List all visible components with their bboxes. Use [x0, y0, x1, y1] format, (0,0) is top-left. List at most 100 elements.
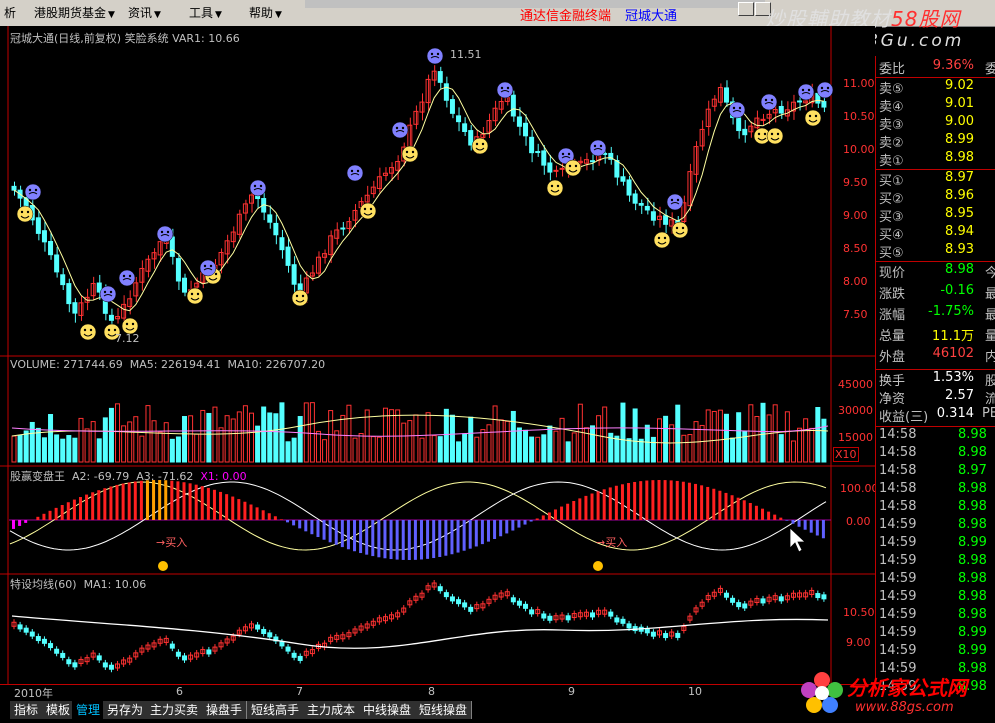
osc-bar: [706, 486, 710, 520]
volume-bar: [644, 424, 650, 463]
osc-bar: [596, 491, 600, 520]
smiley-eye: [166, 230, 170, 234]
stat-row-label: 涨幅: [879, 308, 906, 323]
candle-body: [11, 185, 17, 191]
minimize-button[interactable]: [738, 2, 754, 16]
menu-item-hk-futures[interactable]: 港股期货基金 ▼: [30, 4, 119, 22]
tab-main-cost[interactable]: 主力成本: [303, 701, 361, 719]
smiley-eye: [568, 164, 572, 168]
volume-bar: [742, 430, 748, 463]
smiley-eye: [436, 52, 440, 56]
ma-candle-body: [54, 648, 60, 654]
ask-row-label: 卖④: [879, 100, 904, 115]
candle-body: [449, 99, 455, 114]
menu-item-news[interactable]: 资讯 ▼: [124, 4, 165, 22]
smiley-eye: [657, 236, 661, 240]
tab-template[interactable]: 模板: [42, 701, 76, 719]
osc-ytick: 100.00: [840, 482, 879, 495]
smiley-eye: [128, 274, 132, 278]
tab-manage[interactable]: 管理: [72, 701, 106, 719]
osc-bar: [249, 504, 253, 520]
osc-bar: [261, 510, 265, 520]
tick-row: 14:59 8.98: [876, 517, 995, 535]
tab-mid-trade[interactable]: 中线操盘: [359, 701, 417, 719]
smiley-signal-icon: [79, 323, 97, 341]
tab-main-force[interactable]: 主力买卖: [146, 701, 204, 719]
smiley-eye: [369, 207, 373, 211]
smiley-eye: [350, 169, 354, 173]
tick-row: 14:58 8.98: [876, 427, 995, 445]
ma-candle-body: [742, 603, 748, 609]
osc-bar: [736, 497, 740, 520]
osc-name: 股赢变盘王: [10, 470, 65, 483]
osc-bar: [78, 497, 82, 520]
ask-row-label: 卖③: [879, 118, 904, 133]
stat2-row-extra: PE: [981, 406, 995, 421]
volume-bar: [443, 408, 449, 463]
osc-bar: [60, 505, 64, 520]
menu-item-help[interactable]: 帮助 ▼: [245, 4, 286, 22]
volume-bar: [267, 412, 273, 463]
osc-bar: [231, 496, 235, 520]
candle-body: [638, 202, 644, 206]
osc-bar: [657, 480, 661, 520]
buy-signal-icon: [593, 561, 603, 571]
chart-area[interactable]: 冠城大通(日线,前复权) 笑脸系统 VAR1: 10.66 11.51 7.12…: [0, 26, 879, 684]
tab-save-as[interactable]: 另存为: [103, 701, 149, 719]
osc-bar: [602, 489, 606, 520]
smiley-eye: [103, 290, 107, 294]
menu-item-analysis[interactable]: 析: [0, 4, 20, 22]
candle-body: [66, 283, 72, 305]
volume-bar: [529, 436, 535, 463]
bid-row: 买② 8.96: [876, 188, 995, 207]
candle-body: [273, 222, 279, 236]
smiley-eye: [259, 184, 263, 188]
candle-body: [541, 150, 547, 166]
osc-bar: [225, 494, 229, 520]
price-ytick: 8.50: [843, 242, 868, 255]
ma-candle-body: [443, 592, 449, 598]
osc-bar: [377, 520, 381, 558]
tick-price: 8.97: [958, 463, 987, 478]
osc-bar: [36, 516, 40, 520]
osc-bar: [730, 495, 734, 520]
candle-body: [516, 116, 522, 127]
ma-candle-body: [590, 612, 596, 618]
ma-candle-body: [730, 597, 736, 603]
smiley-eye: [681, 226, 685, 230]
osc-bar: [474, 520, 478, 547]
candle-body: [723, 87, 729, 103]
menu-item-tools[interactable]: 工具 ▼: [185, 4, 226, 22]
volume-bar: [449, 414, 455, 463]
ma-candle-body: [620, 618, 626, 624]
tab-indicator[interactable]: 指标: [10, 701, 44, 719]
tab-short-trade[interactable]: 短线操盘: [415, 701, 473, 719]
osc-bar: [152, 480, 156, 520]
date-axis: 2010年 6 7 8 9 10: [0, 684, 875, 700]
smiley-eye: [670, 198, 674, 202]
osc-bar: [547, 512, 551, 520]
stat2-row-value: 0.314: [936, 406, 974, 421]
smiley-eye: [107, 328, 111, 332]
osc-bar: [420, 520, 423, 560]
tick-time: 14:59: [879, 589, 917, 604]
tick-row: 14:59 8.98: [876, 553, 995, 571]
smiley-signal-icon: [564, 159, 582, 177]
smiley-eye: [574, 164, 578, 168]
smiley-eye: [764, 98, 768, 102]
ma-candle-body: [261, 628, 267, 634]
tab-trader[interactable]: 操盘手: [202, 701, 248, 719]
ma-panel-title: 特设均线(60) MA1: 10.06: [10, 576, 146, 592]
volume-bar: [437, 436, 443, 463]
osc-bar: [608, 487, 612, 520]
ma-candle-body: [291, 652, 297, 658]
ma-candle-body: [608, 611, 614, 617]
date-tick: 7: [296, 685, 303, 698]
flower-logo-icon: [801, 672, 843, 713]
tab-short-expert[interactable]: 短线高手: [247, 701, 305, 719]
order-diff-label: 委: [984, 62, 995, 77]
stat-row-extra: 最: [984, 287, 995, 302]
volume-bar: [35, 427, 41, 463]
osc-bar: [139, 480, 143, 520]
volume-bar: [510, 410, 516, 463]
